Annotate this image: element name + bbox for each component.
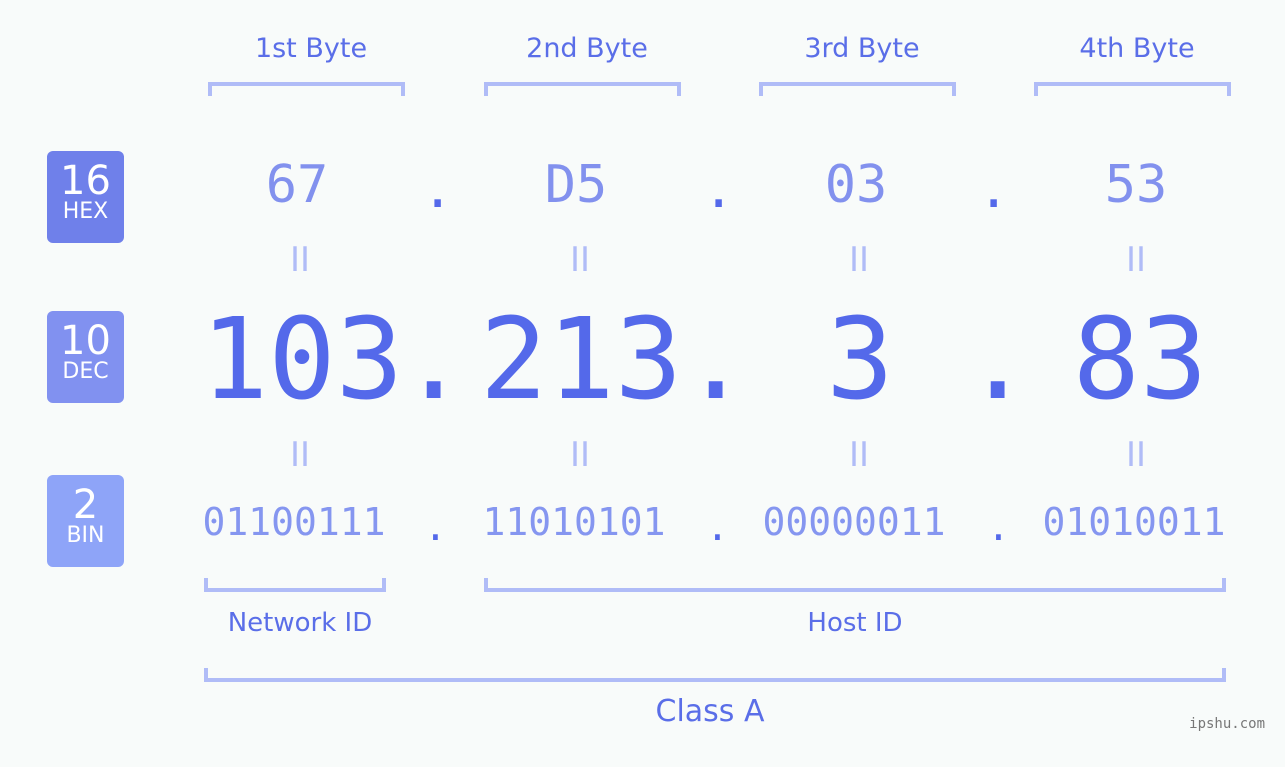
bin-byte-4: 01010011: [1042, 500, 1226, 544]
hex-dot-3: .: [978, 160, 1010, 220]
class-label: Class A: [655, 694, 765, 729]
equals-dec-bin-2: II: [569, 435, 591, 475]
bin-badge-label: BIN: [66, 523, 105, 548]
byte-label-3: 3rd Byte: [804, 33, 920, 64]
equals-dec-bin-4: II: [1125, 435, 1147, 475]
byte-bracket-4: [1034, 82, 1231, 96]
dec-byte-2: 213: [479, 295, 683, 425]
equals-hex-dec-2: II: [569, 240, 591, 280]
hex-byte-4: 53: [1104, 155, 1168, 215]
dec-badge-base: 10: [60, 318, 111, 364]
hex-byte-1: 67: [265, 155, 329, 215]
equals-dec-bin-3: II: [848, 435, 870, 475]
network-id-label: Network ID: [227, 608, 373, 638]
hex-dot-1: .: [422, 160, 454, 220]
dec-byte-3: 3: [826, 295, 894, 425]
bin-dot-3: .: [987, 505, 1010, 549]
network-id-bracket: [204, 578, 386, 592]
byte-label-2: 2nd Byte: [526, 33, 648, 64]
bin-byte-1: 01100111: [202, 500, 386, 544]
byte-bracket-2: [484, 82, 681, 96]
hex-badge-base: 16: [60, 158, 111, 204]
bin-byte-3: 00000011: [762, 500, 946, 544]
bin-badge-base: 2: [72, 482, 99, 528]
bin-dot-2: .: [706, 505, 729, 549]
hex-byte-3: 03: [824, 155, 888, 215]
byte-bracket-1: [208, 82, 405, 96]
byte-label-4: 4th Byte: [1079, 33, 1195, 64]
hex-badge-label: HEX: [62, 199, 109, 224]
equals-hex-dec-4: II: [1125, 240, 1147, 280]
watermark: ipshu.com: [1189, 716, 1265, 732]
dec-byte-1: 103: [200, 295, 404, 425]
hex-dot-2: .: [703, 160, 735, 220]
class-bracket: [204, 668, 1226, 682]
hex-badge: 16 HEX: [47, 151, 124, 243]
dec-byte-4: 83: [1072, 295, 1208, 425]
dec-badge: 10 DEC: [47, 311, 124, 403]
hex-byte-2: D5: [544, 155, 608, 215]
dec-badge-label: DEC: [62, 359, 109, 384]
equals-hex-dec-1: II: [289, 240, 311, 280]
bin-byte-2: 11010101: [482, 500, 666, 544]
equals-hex-dec-3: II: [848, 240, 870, 280]
bin-badge: 2 BIN: [47, 475, 124, 567]
host-id-label: Host ID: [807, 608, 903, 638]
byte-bracket-3: [759, 82, 956, 96]
equals-dec-bin-1: II: [289, 435, 311, 475]
host-id-bracket: [484, 578, 1226, 592]
byte-label-1: 1st Byte: [254, 33, 368, 64]
bin-dot-1: .: [424, 505, 447, 549]
